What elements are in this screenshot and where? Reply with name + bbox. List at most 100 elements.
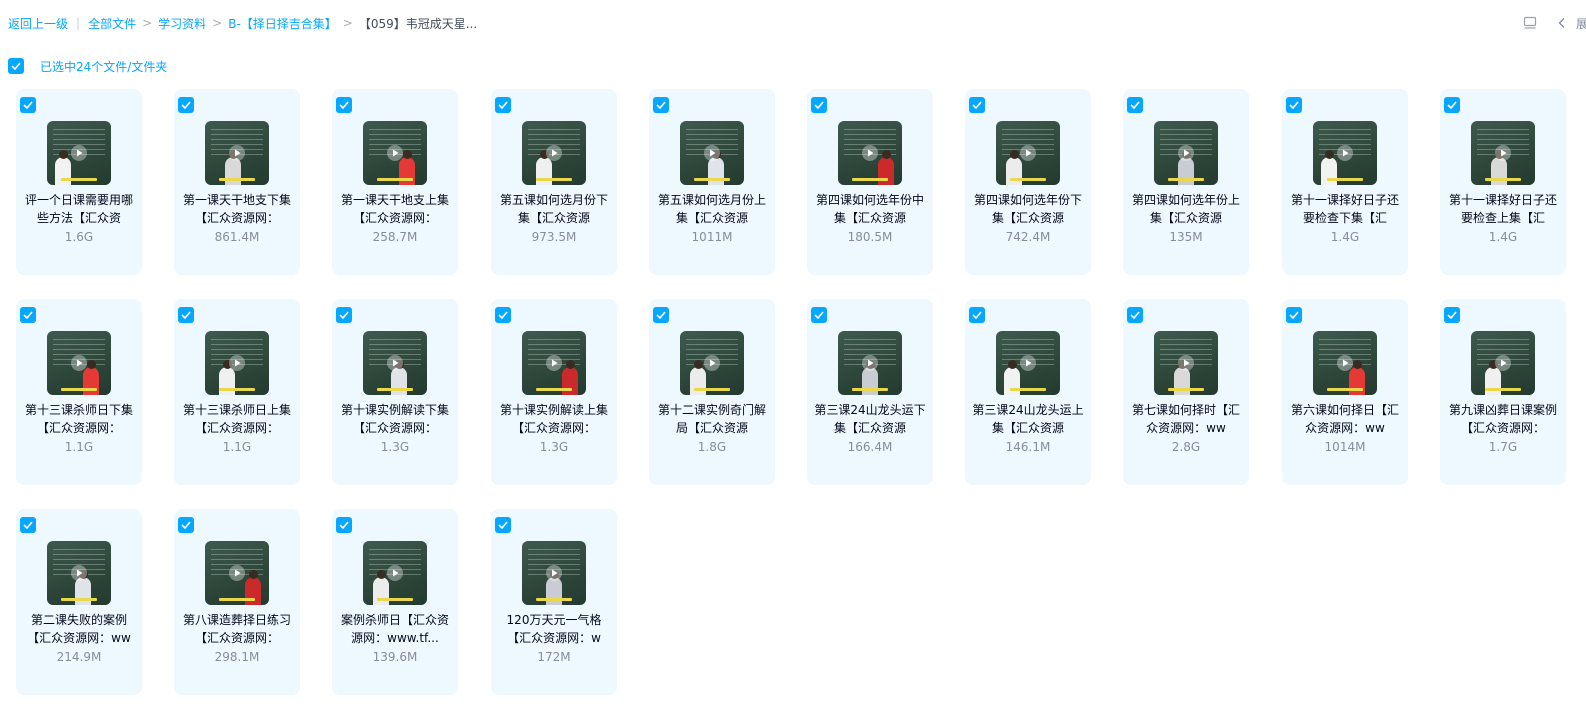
video-thumbnail-icon[interactable]	[205, 121, 269, 185]
video-thumbnail-icon[interactable]	[522, 331, 586, 395]
video-thumbnail-icon[interactable]	[522, 541, 586, 605]
video-thumbnail-icon[interactable]	[996, 121, 1060, 185]
file-card[interactable]: 第三课24山龙头运下集【汇众资源 166.4M	[807, 299, 933, 485]
file-checkbox[interactable]	[969, 307, 985, 323]
file-checkbox[interactable]	[1286, 307, 1302, 323]
file-card[interactable]: 第八课造葬择日练习【汇众资源网： 298.1M	[174, 509, 300, 695]
file-card[interactable]: 第四课如何选年份下集【汇众资源 742.4M	[965, 89, 1091, 275]
video-thumbnail-icon[interactable]	[680, 331, 744, 395]
file-checkbox[interactable]	[653, 307, 669, 323]
video-thumbnail-icon[interactable]	[47, 121, 111, 185]
file-card[interactable]: 第十一课择好日子还要检查上集【汇 1.4G	[1440, 89, 1566, 275]
file-checkbox[interactable]	[336, 97, 352, 113]
file-card[interactable]: 第一课天干地支下集【汇众资源网： 861.4M	[174, 89, 300, 275]
file-name[interactable]: 第十一课择好日子还要检查上集【汇	[1446, 191, 1560, 227]
file-name[interactable]: 第一课天干地支下集【汇众资源网：	[180, 191, 294, 227]
video-thumbnail-icon[interactable]	[1471, 331, 1535, 395]
file-card[interactable]: 评一个日课需要用哪些方法【汇众资 1.6G	[16, 89, 142, 275]
video-thumbnail-icon[interactable]	[680, 121, 744, 185]
file-checkbox[interactable]	[495, 97, 511, 113]
file-name[interactable]: 第四课如何选年份上集【汇众资源	[1129, 191, 1243, 227]
file-name[interactable]: 第九课凶葬日课案例【汇众资源网：	[1446, 401, 1560, 437]
file-card[interactable]: 120万天元一气格【汇众资源网：w 172M	[491, 509, 617, 695]
breadcrumb-item-collection[interactable]: B-【择日择吉合集】	[228, 15, 337, 32]
file-name[interactable]: 第一课天干地支上集【汇众资源网：	[338, 191, 452, 227]
file-card[interactable]: 第七课如何择时【汇众资源网：ww 2.8G	[1123, 299, 1249, 485]
video-thumbnail-icon[interactable]	[1313, 331, 1377, 395]
video-thumbnail-icon[interactable]	[363, 121, 427, 185]
select-all-checkbox[interactable]	[8, 58, 24, 74]
file-name[interactable]: 第三课24山龙头运上集【汇众资源	[971, 401, 1085, 437]
file-name[interactable]: 第五课如何选月份上集【汇众资源	[655, 191, 769, 227]
file-checkbox[interactable]	[1127, 307, 1143, 323]
file-name[interactable]: 第三课24山龙头运下集【汇众资源	[813, 401, 927, 437]
chevron-left-icon[interactable]	[1552, 13, 1572, 33]
file-name[interactable]: 第四课如何选年份中集【汇众资源	[813, 191, 927, 227]
file-name[interactable]: 第六课如何择日【汇众资源网：ww	[1288, 401, 1402, 437]
file-card[interactable]: 第九课凶葬日课案例【汇众资源网： 1.7G	[1440, 299, 1566, 485]
file-card[interactable]: 第四课如何选年份上集【汇众资源 135M	[1123, 89, 1249, 275]
file-checkbox[interactable]	[1444, 97, 1460, 113]
file-name[interactable]: 第十课实例解读上集【汇众资源网：	[497, 401, 611, 437]
video-thumbnail-icon[interactable]	[205, 331, 269, 395]
file-card[interactable]: 第二课失败的案例【汇众资源网：ww 214.9M	[16, 509, 142, 695]
video-thumbnail-icon[interactable]	[1471, 121, 1535, 185]
file-card[interactable]: 第十一课择好日子还要检查下集【汇 1.4G	[1282, 89, 1408, 275]
file-checkbox[interactable]	[336, 307, 352, 323]
file-checkbox[interactable]	[1444, 307, 1460, 323]
file-card[interactable]: 第三课24山龙头运上集【汇众资源 146.1M	[965, 299, 1091, 485]
file-checkbox[interactable]	[969, 97, 985, 113]
file-name[interactable]: 评一个日课需要用哪些方法【汇众资	[22, 191, 136, 227]
file-card[interactable]: 第五课如何选月份上集【汇众资源 1011M	[649, 89, 775, 275]
file-card[interactable]: 第十课实例解读下集【汇众资源网： 1.3G	[332, 299, 458, 485]
file-checkbox[interactable]	[178, 307, 194, 323]
file-checkbox[interactable]	[20, 97, 36, 113]
list-view-icon[interactable]	[1520, 13, 1540, 33]
video-thumbnail-icon[interactable]	[205, 541, 269, 605]
file-name[interactable]: 120万天元一气格【汇众资源网：w	[497, 611, 611, 647]
file-checkbox[interactable]	[811, 307, 827, 323]
video-thumbnail-icon[interactable]	[1313, 121, 1377, 185]
file-checkbox[interactable]	[20, 517, 36, 533]
file-card[interactable]: 第五课如何选月份下集【汇众资源 973.5M	[491, 89, 617, 275]
file-checkbox[interactable]	[1127, 97, 1143, 113]
file-checkbox[interactable]	[1286, 97, 1302, 113]
video-thumbnail-icon[interactable]	[996, 331, 1060, 395]
back-link[interactable]: 返回上一级	[8, 15, 68, 32]
file-name[interactable]: 第五课如何选月份下集【汇众资源	[497, 191, 611, 227]
video-thumbnail-icon[interactable]	[47, 541, 111, 605]
file-checkbox[interactable]	[20, 307, 36, 323]
file-name[interactable]: 第十三课杀师日上集【汇众资源网：	[180, 401, 294, 437]
file-card[interactable]: 第四课如何选年份中集【汇众资源 180.5M	[807, 89, 933, 275]
file-name[interactable]: 案例杀师日【汇众资源网：www.tf...	[338, 611, 452, 647]
file-name[interactable]: 第二课失败的案例【汇众资源网：ww	[22, 611, 136, 647]
file-checkbox[interactable]	[495, 517, 511, 533]
video-thumbnail-icon[interactable]	[1154, 121, 1218, 185]
file-name[interactable]: 第七课如何择时【汇众资源网：ww	[1129, 401, 1243, 437]
file-checkbox[interactable]	[495, 307, 511, 323]
file-name[interactable]: 第十二课实例奇门解局【汇众资源	[655, 401, 769, 437]
file-card[interactable]: 第十课实例解读上集【汇众资源网： 1.3G	[491, 299, 617, 485]
video-thumbnail-icon[interactable]	[838, 121, 902, 185]
file-name[interactable]: 第十课实例解读下集【汇众资源网：	[338, 401, 452, 437]
expand-button[interactable]: 展开	[1576, 15, 1586, 32]
file-name[interactable]: 第四课如何选年份下集【汇众资源	[971, 191, 1085, 227]
file-card[interactable]: 第六课如何择日【汇众资源网：ww 1014M	[1282, 299, 1408, 485]
file-card[interactable]: 第十三课杀师日上集【汇众资源网： 1.1G	[174, 299, 300, 485]
breadcrumb-item-study[interactable]: 学习资料	[158, 15, 206, 32]
video-thumbnail-icon[interactable]	[363, 541, 427, 605]
file-checkbox[interactable]	[811, 97, 827, 113]
video-thumbnail-icon[interactable]	[47, 331, 111, 395]
file-checkbox[interactable]	[178, 517, 194, 533]
breadcrumb-item-all-files[interactable]: 全部文件	[88, 15, 136, 32]
file-card[interactable]: 第十三课杀师日下集【汇众资源网： 1.1G	[16, 299, 142, 485]
video-thumbnail-icon[interactable]	[1154, 331, 1218, 395]
file-name[interactable]: 第十三课杀师日下集【汇众资源网：	[22, 401, 136, 437]
file-card[interactable]: 案例杀师日【汇众资源网：www.tf... 139.6M	[332, 509, 458, 695]
video-thumbnail-icon[interactable]	[838, 331, 902, 395]
video-thumbnail-icon[interactable]	[522, 121, 586, 185]
video-thumbnail-icon[interactable]	[363, 331, 427, 395]
file-name[interactable]: 第八课造葬择日练习【汇众资源网：	[180, 611, 294, 647]
file-checkbox[interactable]	[336, 517, 352, 533]
file-checkbox[interactable]	[653, 97, 669, 113]
